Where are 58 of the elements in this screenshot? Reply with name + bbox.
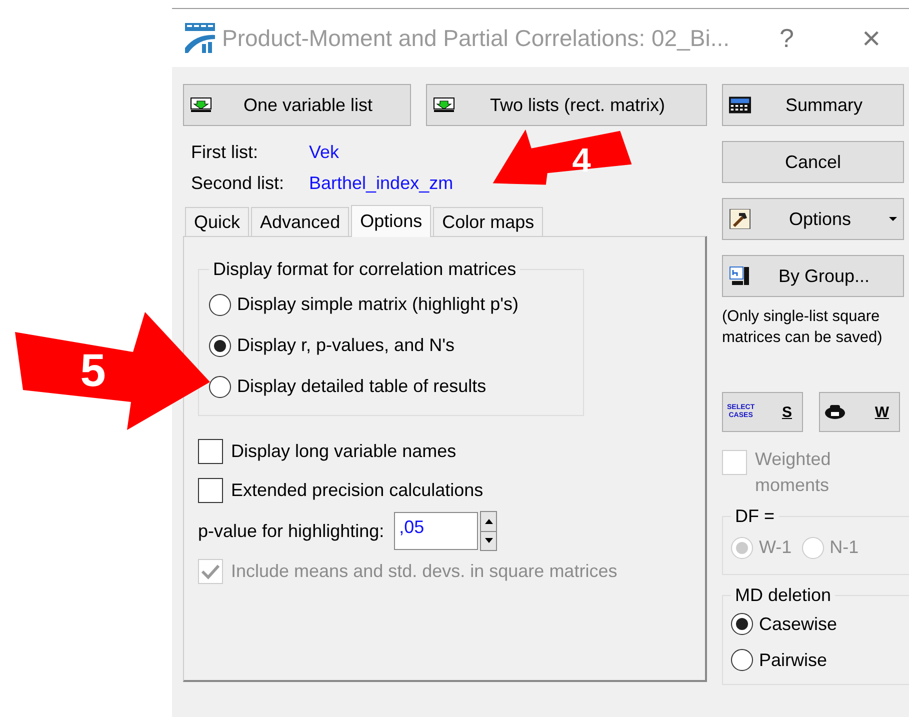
window-title: Product-Moment and Partial Correlations: 02_Bi... [222,24,730,52]
list-value: Vek [309,142,340,163]
close-button[interactable]: × [862,20,881,56]
spin-buttons[interactable] [480,511,498,551]
list-label: First list: [191,142,259,163]
caret-icon [889,217,897,221]
variable-list-button[interactable]: Two lists (rect. matrix) [426,84,707,126]
list-value: Barthel_index_zm [309,173,454,194]
tab[interactable]: Advanced [251,207,350,236]
side-button[interactable]: By Group... [722,255,904,297]
radio-button[interactable] [209,376,231,398]
tab[interactable]: Color maps [433,207,544,236]
step-number: 5 [80,344,106,396]
download-tray-icon [433,97,455,113]
option-label: Display r, p-values, and N's [237,335,455,356]
hammer-icon [729,209,751,229]
radio-option[interactable]: Display simple matrix (highlight p's) [209,284,573,325]
tab[interactable]: Quick [185,207,250,236]
side-button[interactable]: Options [722,198,904,240]
weight-button[interactable]: W [819,392,900,432]
option-label: Casewise [759,614,838,634]
side-button[interactable]: Cancel [722,141,904,183]
calculator-icon [729,95,751,115]
tab[interactable]: Options [351,205,432,237]
step-number: 4 [572,142,591,180]
download-tray-icon [190,97,212,113]
checkbox[interactable] [198,478,223,503]
radio-button[interactable] [209,334,231,356]
chart-table-icon [184,22,216,54]
checkbox-label: Weighted moments [755,448,832,497]
option-label: N-1 [830,537,859,558]
radio-button[interactable] [731,613,753,635]
checkbox[interactable] [198,439,223,464]
field-label: p-value for highlighting: [198,520,384,542]
radio-option[interactable]: Display r, p-values, and N's [209,325,573,366]
group-title: Display format for correlation matrices [212,259,518,280]
grouped-table-icon [729,266,751,286]
option-label: Pairwise [759,650,828,670]
radio-button[interactable] [209,294,231,316]
radio-option[interactable]: Casewise [731,606,909,642]
list-label: Second list: [191,173,286,194]
variable-list-button[interactable]: One variable list [183,84,411,126]
radio-option[interactable]: Pairwise [731,642,909,678]
help-button[interactable]: ? [780,22,794,54]
checkbox-label: Extended precision calculations [231,480,484,501]
radio-button[interactable] [731,649,753,671]
option-label: W-1 [759,537,792,558]
option-label: Display simple matrix (highlight p's) [237,294,519,315]
group-title: DF = [734,506,776,527]
option-label: Display detailed table of results [237,376,486,397]
radio-option[interactable]: Display detailed table of results [209,366,573,407]
weight-icon [824,404,846,420]
p-value-field[interactable]: ,05 [394,512,478,550]
checkbox-label: Include means and std. devs. in square matrices [231,561,618,582]
save-note: (Only single-list square matrices can be saved) [722,307,884,348]
group-title: MD deletion [734,585,832,606]
checkbox-label: Display long variable names [231,441,456,462]
side-button[interactable]: Summary [722,84,904,126]
